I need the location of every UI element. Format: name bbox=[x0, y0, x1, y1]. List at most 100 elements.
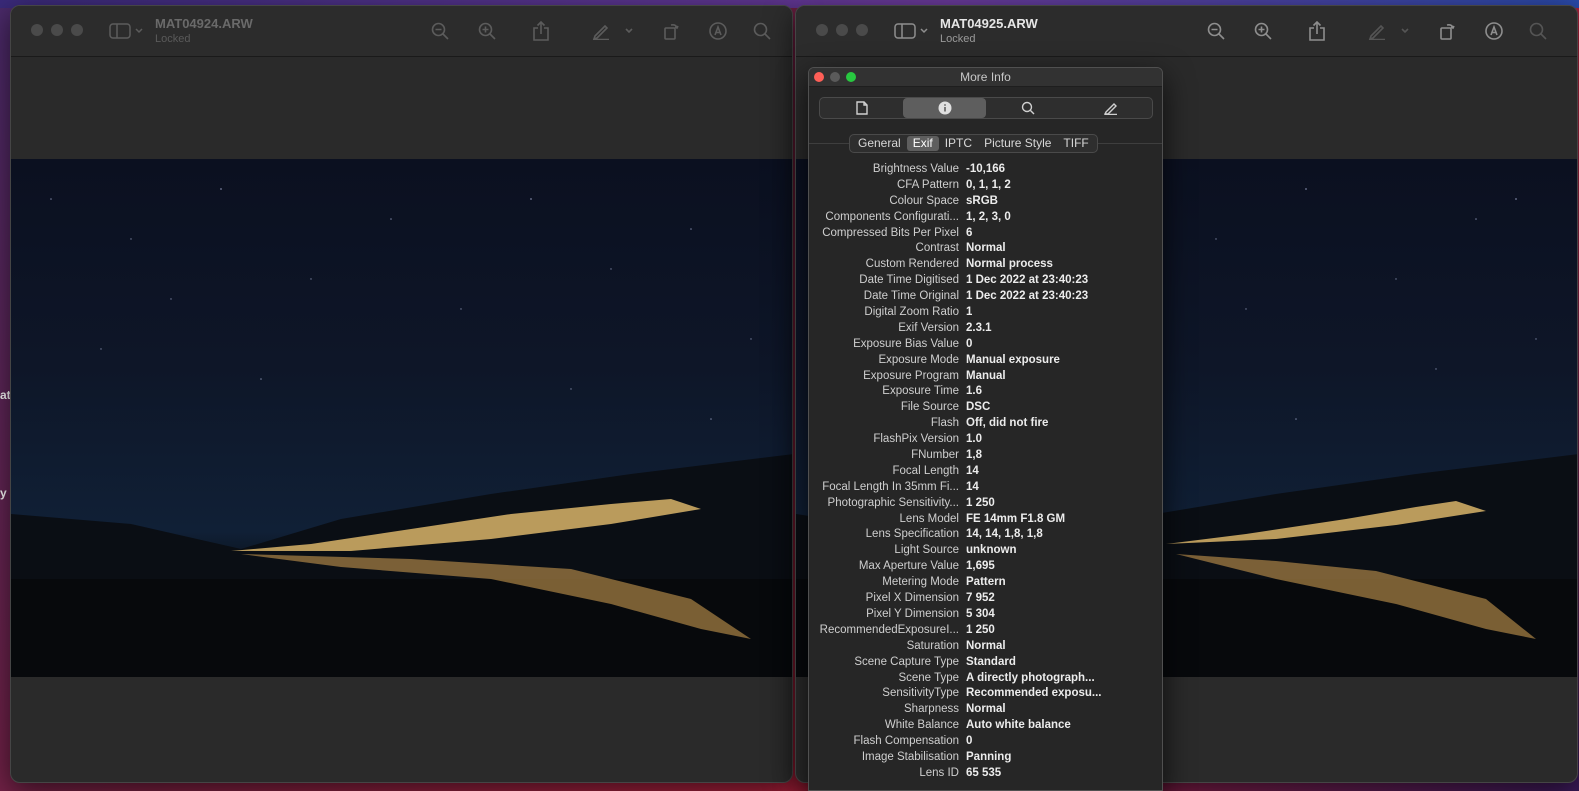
exif-key: Pixel X Dimension bbox=[865, 592, 959, 605]
more-info-panel[interactable]: More Info General Exif IPTC Picture Styl… bbox=[808, 67, 1163, 791]
exif-value: 0 bbox=[966, 735, 973, 748]
tab-document[interactable] bbox=[820, 98, 903, 118]
exif-row: Lens ID 65 535 bbox=[809, 766, 1162, 782]
exif-value: 1 bbox=[966, 306, 973, 319]
toolbar: MAT04924.ARW Locked bbox=[11, 6, 792, 57]
sidebar-toggle-button[interactable] bbox=[109, 20, 145, 42]
exif-table: Brightness Value -10,166 CFA Pattern 0, 1, … bbox=[809, 162, 1162, 782]
subtab-exif[interactable]: Exif bbox=[906, 136, 939, 151]
exif-row: SensitivityType Recommended exposu... bbox=[809, 686, 1162, 702]
markup-button[interactable] bbox=[590, 20, 612, 42]
zoom-out-button[interactable] bbox=[1205, 20, 1227, 42]
zoom-button[interactable] bbox=[71, 24, 83, 36]
exif-row: Scene Type A directly photograph... bbox=[809, 671, 1162, 687]
rotate-button[interactable] bbox=[660, 20, 682, 42]
exif-row: Image Stabilisation Panning bbox=[809, 750, 1162, 766]
zoom-out-button[interactable] bbox=[429, 20, 451, 42]
exif-value: 1 250 bbox=[966, 623, 995, 636]
exif-value: 1.0 bbox=[966, 433, 982, 446]
share-button[interactable] bbox=[530, 20, 552, 42]
exif-row: FNumber 1,8 bbox=[809, 448, 1162, 464]
subtab-iptc[interactable]: IPTC bbox=[939, 136, 978, 151]
exif-key: Components Configurati... bbox=[825, 210, 959, 223]
info-close-button[interactable] bbox=[814, 72, 824, 82]
exif-key: Focal Length bbox=[892, 464, 960, 477]
minimize-button[interactable] bbox=[51, 24, 63, 36]
info-icon bbox=[938, 101, 951, 115]
tab-info[interactable] bbox=[903, 98, 986, 118]
zoom-in-button[interactable] bbox=[476, 20, 498, 42]
search-button[interactable] bbox=[751, 20, 773, 42]
exif-value: 1,8 bbox=[966, 449, 982, 462]
zoom-in-icon bbox=[1254, 22, 1272, 40]
markup-circle-icon bbox=[709, 22, 727, 40]
rotate-button[interactable] bbox=[1436, 20, 1458, 42]
markup-pen-icon bbox=[592, 24, 609, 40]
exif-value: Recommended exposu... bbox=[966, 687, 1102, 700]
exif-key: FNumber bbox=[911, 449, 959, 462]
window-title: MAT04925.ARW bbox=[940, 16, 1038, 31]
info-zoom-button[interactable] bbox=[846, 72, 856, 82]
exif-key: White Balance bbox=[884, 719, 959, 732]
zoom-button[interactable] bbox=[856, 24, 868, 36]
annotate-button[interactable] bbox=[707, 20, 729, 42]
exif-row: CFA Pattern 0, 1, 1, 2 bbox=[809, 178, 1162, 194]
zoom-out-icon bbox=[431, 22, 449, 40]
exif-row: Scene Capture Type Standard bbox=[809, 655, 1162, 671]
subtab-general[interactable]: General bbox=[852, 136, 907, 151]
search-button[interactable] bbox=[1527, 20, 1549, 42]
toolbar: MAT04925.ARW Locked bbox=[796, 6, 1577, 57]
exif-row: Exposure Bias Value 0 bbox=[809, 337, 1162, 353]
rotate-icon bbox=[664, 24, 679, 40]
exif-value: Normal process bbox=[966, 258, 1053, 271]
markup-circle-icon bbox=[1485, 22, 1503, 40]
subtab-picture-style[interactable]: Picture Style bbox=[978, 136, 1057, 151]
tab-search[interactable] bbox=[986, 98, 1069, 118]
share-button[interactable] bbox=[1306, 20, 1328, 42]
exif-value: A directly photograph... bbox=[966, 671, 1095, 684]
share-icon bbox=[1309, 21, 1325, 41]
exif-key: SensitivityType bbox=[882, 687, 959, 700]
exif-key: Lens ID bbox=[919, 766, 959, 779]
exif-key: Scene Capture Type bbox=[854, 655, 959, 668]
exif-row: Exposure Time 1.6 bbox=[809, 384, 1162, 400]
minimize-button[interactable] bbox=[836, 24, 848, 36]
exif-value: 1, 2, 3, 0 bbox=[966, 210, 1011, 223]
markup-button[interactable] bbox=[1366, 20, 1388, 42]
exif-row: FlashPix Version 1.0 bbox=[809, 432, 1162, 448]
close-button[interactable] bbox=[31, 24, 43, 36]
exif-value: 1.6 bbox=[966, 385, 982, 398]
subtab-tiff[interactable]: TIFF bbox=[1057, 136, 1094, 151]
exif-value: Standard bbox=[966, 655, 1016, 668]
annotate-button[interactable] bbox=[1483, 20, 1505, 42]
exif-key: Custom Rendered bbox=[865, 258, 959, 271]
exif-value: 65 535 bbox=[966, 766, 1002, 779]
exif-row: Contrast Normal bbox=[809, 241, 1162, 257]
share-icon bbox=[533, 21, 549, 41]
exif-row: RecommendedExposureI... 1 250 bbox=[809, 623, 1162, 639]
tab-annotations[interactable] bbox=[1069, 98, 1152, 118]
info-minimize-button[interactable] bbox=[830, 72, 840, 82]
search-icon bbox=[1529, 22, 1547, 40]
exif-value: 14, 14, 1,8, 1,8 bbox=[966, 528, 1043, 541]
markup-menu-button[interactable] bbox=[1399, 20, 1411, 42]
exif-value: sRGB bbox=[966, 194, 998, 207]
markup-menu-button[interactable] bbox=[623, 20, 635, 42]
zoom-in-button[interactable] bbox=[1252, 20, 1274, 42]
exif-key: Light Source bbox=[894, 544, 959, 557]
exif-value: 2.3.1 bbox=[966, 321, 992, 334]
preview-window-left[interactable]: MAT04924.ARW Locked bbox=[10, 5, 793, 783]
exif-key: Max Aperture Value bbox=[858, 560, 959, 573]
info-titlebar[interactable]: More Info bbox=[809, 68, 1162, 87]
exif-row: Photographic Sensitivity... 1 250 bbox=[809, 496, 1162, 512]
zoom-out-icon bbox=[1207, 22, 1225, 40]
exif-key: Lens Model bbox=[899, 512, 959, 525]
exif-value: Manual exposure bbox=[966, 353, 1060, 366]
sidebar-toggle-button[interactable] bbox=[894, 20, 930, 42]
info-section-tabs bbox=[819, 97, 1153, 119]
exif-value: 0, 1, 1, 2 bbox=[966, 178, 1011, 191]
exif-row: Focal Length 14 bbox=[809, 464, 1162, 480]
exif-value: Panning bbox=[966, 750, 1012, 763]
exif-value: 0 bbox=[966, 337, 973, 350]
close-button[interactable] bbox=[816, 24, 828, 36]
